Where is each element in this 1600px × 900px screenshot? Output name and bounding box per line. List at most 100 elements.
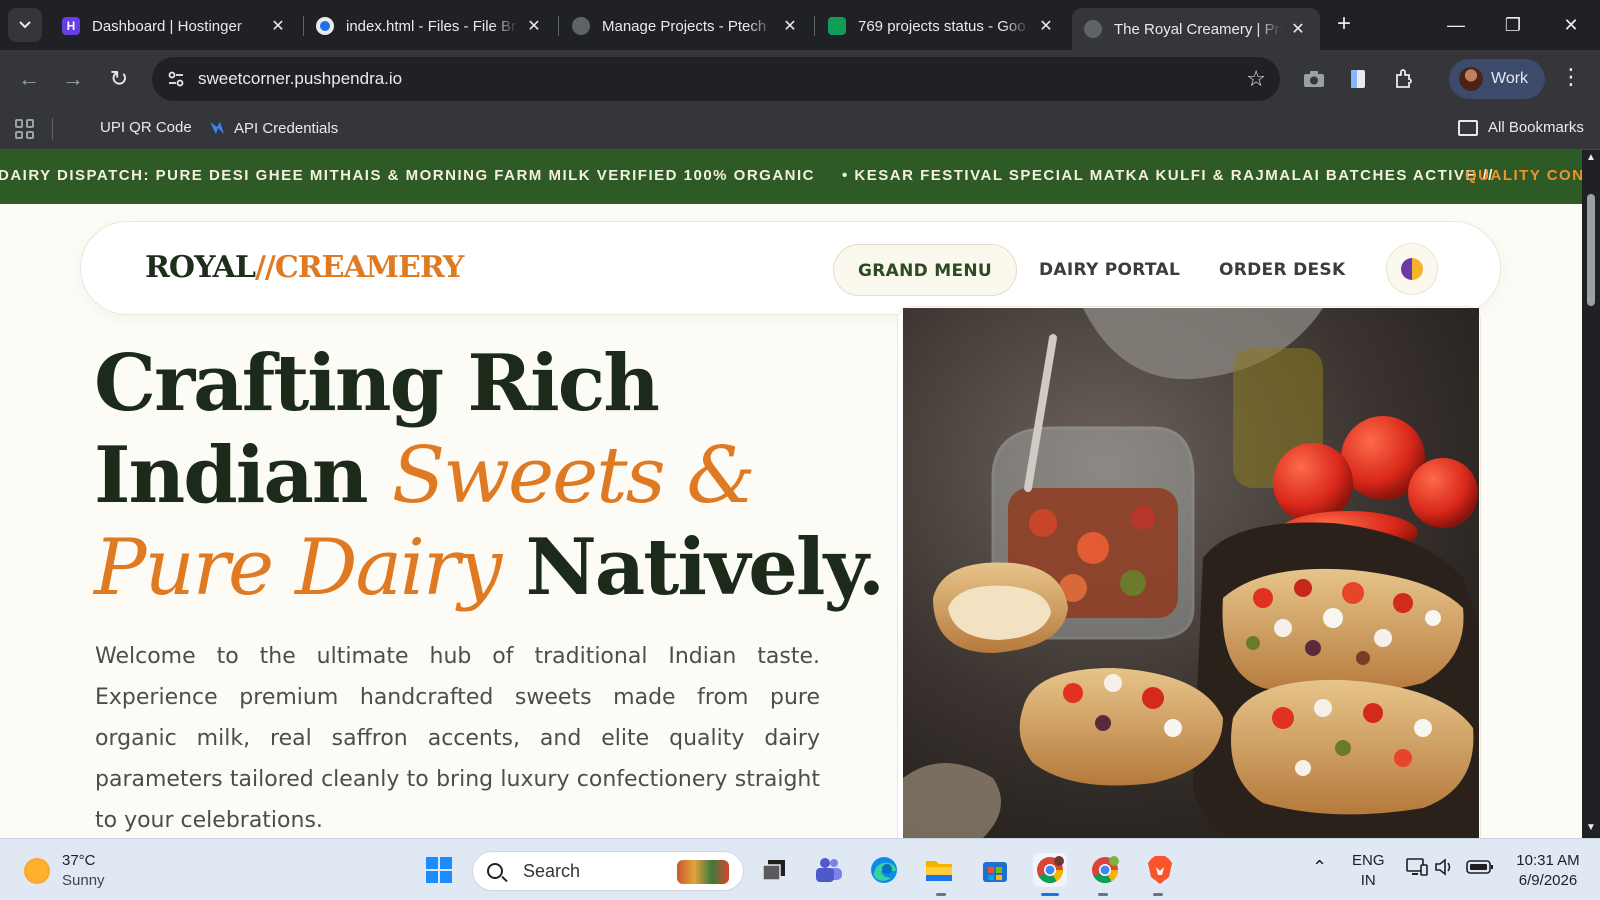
language-code: ENG	[1352, 852, 1385, 869]
close-icon[interactable]: ✕	[524, 16, 544, 36]
tab-file-manager[interactable]: index.html - Files - File Br ✕	[304, 8, 556, 44]
close-icon[interactable]: ✕	[1288, 19, 1308, 39]
region-code: IN	[1360, 872, 1376, 889]
nav-order-desk[interactable]: ORDER DESK	[1195, 244, 1369, 296]
weather-condition: Sunny	[62, 872, 105, 889]
bookmark-favicon-icon	[210, 122, 224, 134]
task-view-icon[interactable]	[757, 853, 791, 887]
hostinger-icon: H	[62, 17, 80, 35]
scroll-thumb[interactable]	[1587, 194, 1595, 306]
tab-projects-status[interactable]: 769 projects status - Goo ✕	[816, 8, 1068, 44]
nav-grand-menu[interactable]: GRAND MENU	[833, 244, 1018, 296]
file-explorer-icon[interactable]	[922, 853, 956, 887]
new-tab-button[interactable]: +	[1330, 11, 1358, 39]
tab-strip: H Dashboard | Hostinger ✕ index.html - F…	[0, 0, 1600, 50]
forward-button[interactable]: →	[58, 64, 88, 94]
volume-icon[interactable]	[1434, 857, 1456, 883]
restore-button[interactable]: ❐	[1490, 8, 1536, 42]
theme-toggle-button[interactable]	[1386, 243, 1438, 295]
hero-description: Welcome to the ultimate hub of tradition…	[95, 644, 820, 833]
brave-icon[interactable]	[1143, 853, 1177, 887]
close-window-button[interactable]: ✕	[1548, 8, 1594, 42]
tab-title: Manage Projects - Ptech	[602, 17, 767, 35]
close-icon[interactable]: ✕	[268, 16, 288, 36]
hero-line-2: Indian Sweets &	[94, 430, 854, 522]
windows-taskbar: 37°C Sunny Search ⌃ ENG IN 10:31 AM 6/9/…	[0, 838, 1600, 900]
bookmark-label: API Credentials	[234, 119, 339, 137]
hero-food-image	[903, 308, 1479, 838]
app-running-indicator	[1153, 893, 1163, 896]
app-running-indicator	[936, 893, 946, 896]
bookmark-api-credentials[interactable]: API Credentials	[208, 119, 338, 137]
close-icon[interactable]: ✕	[780, 16, 800, 36]
scroll-up-icon[interactable]: ▲	[1585, 152, 1597, 163]
browser-toolbar: ← → ↻ sweetcorner.pushpendra.io ☆ Work ⋮	[0, 50, 1600, 108]
tab-manage-projects[interactable]: Manage Projects - Ptech ✕	[560, 8, 812, 44]
language-indicator[interactable]: ENG IN	[1352, 851, 1385, 891]
site-logo[interactable]: ROYAL//CREAMERY	[145, 250, 464, 285]
search-icon	[487, 863, 503, 879]
hero-text: Indian	[94, 430, 392, 521]
all-bookmarks-button[interactable]: All Bookmarks	[1458, 119, 1584, 136]
theme-icon	[1401, 258, 1423, 280]
start-button[interactable]	[422, 853, 456, 887]
clock-date: 6/9/2026	[1518, 872, 1578, 889]
file-manager-icon	[316, 17, 334, 35]
hero-title: Crafting Rich Indian Sweets & Pure Dairy…	[94, 338, 885, 614]
bookmarks-divider	[52, 118, 53, 140]
minimize-button[interactable]: —	[1433, 8, 1479, 42]
tab-title: index.html - Files - File Br	[346, 17, 517, 35]
profile-label: Work	[1491, 70, 1529, 87]
apps-grid-icon[interactable]	[15, 119, 35, 139]
teams-icon[interactable]	[812, 853, 846, 887]
edge-icon[interactable]	[867, 853, 901, 887]
scroll-down-icon[interactable]: ▼	[1585, 822, 1597, 833]
address-bar[interactable]: sweetcorner.pushpendra.io ☆	[152, 57, 1280, 101]
globe-icon	[572, 17, 590, 35]
clock-time: 10:31 AM	[1516, 852, 1580, 869]
close-icon[interactable]: ✕	[1036, 16, 1056, 36]
nav-dairy-portal[interactable]: DAIRY PORTAL	[1015, 244, 1204, 296]
network-icon[interactable]	[1406, 857, 1428, 883]
app-active-indicator	[1041, 893, 1059, 896]
chevron-down-icon	[19, 21, 31, 29]
chrome-work-icon[interactable]	[1033, 853, 1067, 887]
hero-text: Natively.	[500, 522, 885, 613]
logo-text-creamery: //CREAMERY	[254, 250, 464, 285]
page-scrollbar[interactable]: ▲ ▼	[1582, 150, 1600, 838]
tab-title: 769 projects status - Goo	[858, 17, 1026, 35]
extensions-puzzle-icon[interactable]	[1390, 65, 1418, 93]
hero-line-1: Crafting Rich	[94, 338, 660, 429]
hero-line-3: Pure Dairy Natively.	[94, 522, 885, 614]
hero-accent-text: Sweets &	[391, 431, 756, 521]
battery-icon[interactable]	[1466, 859, 1494, 881]
ticker-text: • KESAR FESTIVAL SPECIAL MATKA KULFI & R…	[842, 167, 1494, 184]
bookmark-star-icon[interactable]: ☆	[1246, 66, 1266, 92]
reload-button[interactable]: ↻	[104, 64, 134, 94]
site-info-icon[interactable]	[166, 69, 186, 89]
bookmark-upi-qr[interactable]: UPI QR Code	[100, 119, 192, 136]
logo-text-royal: ROYAL	[145, 250, 256, 285]
microsoft-store-icon[interactable]	[978, 853, 1012, 887]
hero-accent-text: Pure Dairy	[94, 523, 502, 613]
back-button[interactable]: ←	[14, 64, 44, 94]
system-clock[interactable]: 10:31 AM 6/9/2026	[1510, 851, 1586, 891]
tab-search-button[interactable]	[8, 8, 42, 42]
chrome-profile-icon[interactable]	[1088, 853, 1122, 887]
extension-docs-icon[interactable]	[1344, 65, 1372, 93]
tab-hostinger[interactable]: H Dashboard | Hostinger ✕	[50, 8, 300, 44]
url-text[interactable]: sweetcorner.pushpendra.io	[198, 69, 402, 89]
weather-widget[interactable]: 37°C Sunny	[24, 851, 105, 891]
tab-title: The Royal Creamery | Pre	[1114, 20, 1282, 38]
more-menu-icon[interactable]: ⋮	[1560, 64, 1582, 90]
tab-royal-creamery[interactable]: The Royal Creamery | Pre ✕	[1072, 8, 1320, 50]
camera-icon[interactable]	[1300, 65, 1328, 93]
globe-icon	[1084, 20, 1102, 38]
search-placeholder: Search	[523, 860, 581, 881]
page-viewport: DAIRY DISPATCH: PURE DESI GHEE MITHAIS &…	[0, 150, 1582, 838]
profile-button[interactable]: Work	[1449, 59, 1545, 99]
taskbar-search[interactable]: Search	[472, 851, 744, 891]
avatar	[1459, 67, 1483, 91]
ticker-highlight: QUALITY CON	[1465, 167, 1582, 184]
tray-overflow-chevron-icon[interactable]: ⌃	[1312, 857, 1327, 877]
